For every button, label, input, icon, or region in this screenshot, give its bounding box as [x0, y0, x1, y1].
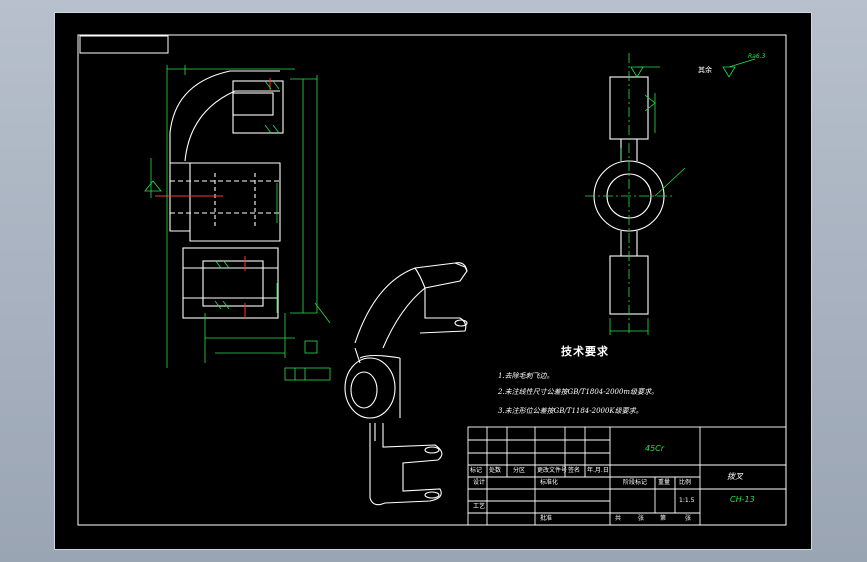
tech-note-1: 1.去除毛刺飞边。: [498, 372, 554, 380]
tb-date: 年.月.日: [587, 467, 609, 474]
tech-requirements-title: 技术要求: [561, 345, 609, 358]
front-dimensions: [144, 65, 331, 381]
tb-sheet-unit-2: 张: [685, 515, 692, 522]
centre-lines: [155, 78, 271, 318]
tb-count: 处数: [489, 467, 502, 474]
material-label: 45Cr: [645, 444, 665, 453]
isometric-view: [344, 262, 468, 506]
tb-scale-label: 比例: [679, 479, 692, 486]
tech-note-3: 3.未注形位公差按GB/T1184-2000K级要求。: [498, 407, 643, 415]
tb-approve: 批准: [540, 515, 553, 522]
tb-sheet-unit-1: 张: [638, 515, 645, 522]
part-name: 拨叉: [727, 472, 743, 481]
tb-zone: 分区: [513, 467, 526, 474]
tb-sign: 签名: [568, 467, 581, 474]
tb-process: 工艺: [473, 503, 486, 510]
roughness-other-label: 其余: [698, 66, 712, 74]
drawing-number: CH-13: [730, 495, 755, 504]
tb-sheet-index: 第: [660, 515, 667, 522]
tb-change-doc: 更改文件号: [537, 467, 568, 474]
roughness-value: Ra6.3: [748, 53, 766, 60]
tb-mark: 标记: [470, 467, 483, 474]
tb-standardization: 标准化: [540, 479, 559, 486]
tb-sheet-total: 共: [615, 515, 622, 522]
top-left-box: [79, 35, 169, 54]
drawing-sheet: 技术要求 1.去除毛刺飞边。 2.未注线性尺寸公差按GB/T1804-2000m…: [55, 13, 811, 549]
inner-frame: [77, 34, 787, 526]
cad-drawing: [77, 34, 787, 526]
tb-design: 设计: [473, 479, 486, 486]
tech-note-2: 2.未注线性尺寸公差按GB/T1804-2000m级要求。: [498, 388, 659, 396]
tb-weight: 重量: [658, 479, 671, 486]
scale-value: 1:1.5: [679, 497, 695, 504]
tb-stage-mark: 阶段标记: [623, 479, 648, 486]
front-view: [169, 70, 284, 319]
